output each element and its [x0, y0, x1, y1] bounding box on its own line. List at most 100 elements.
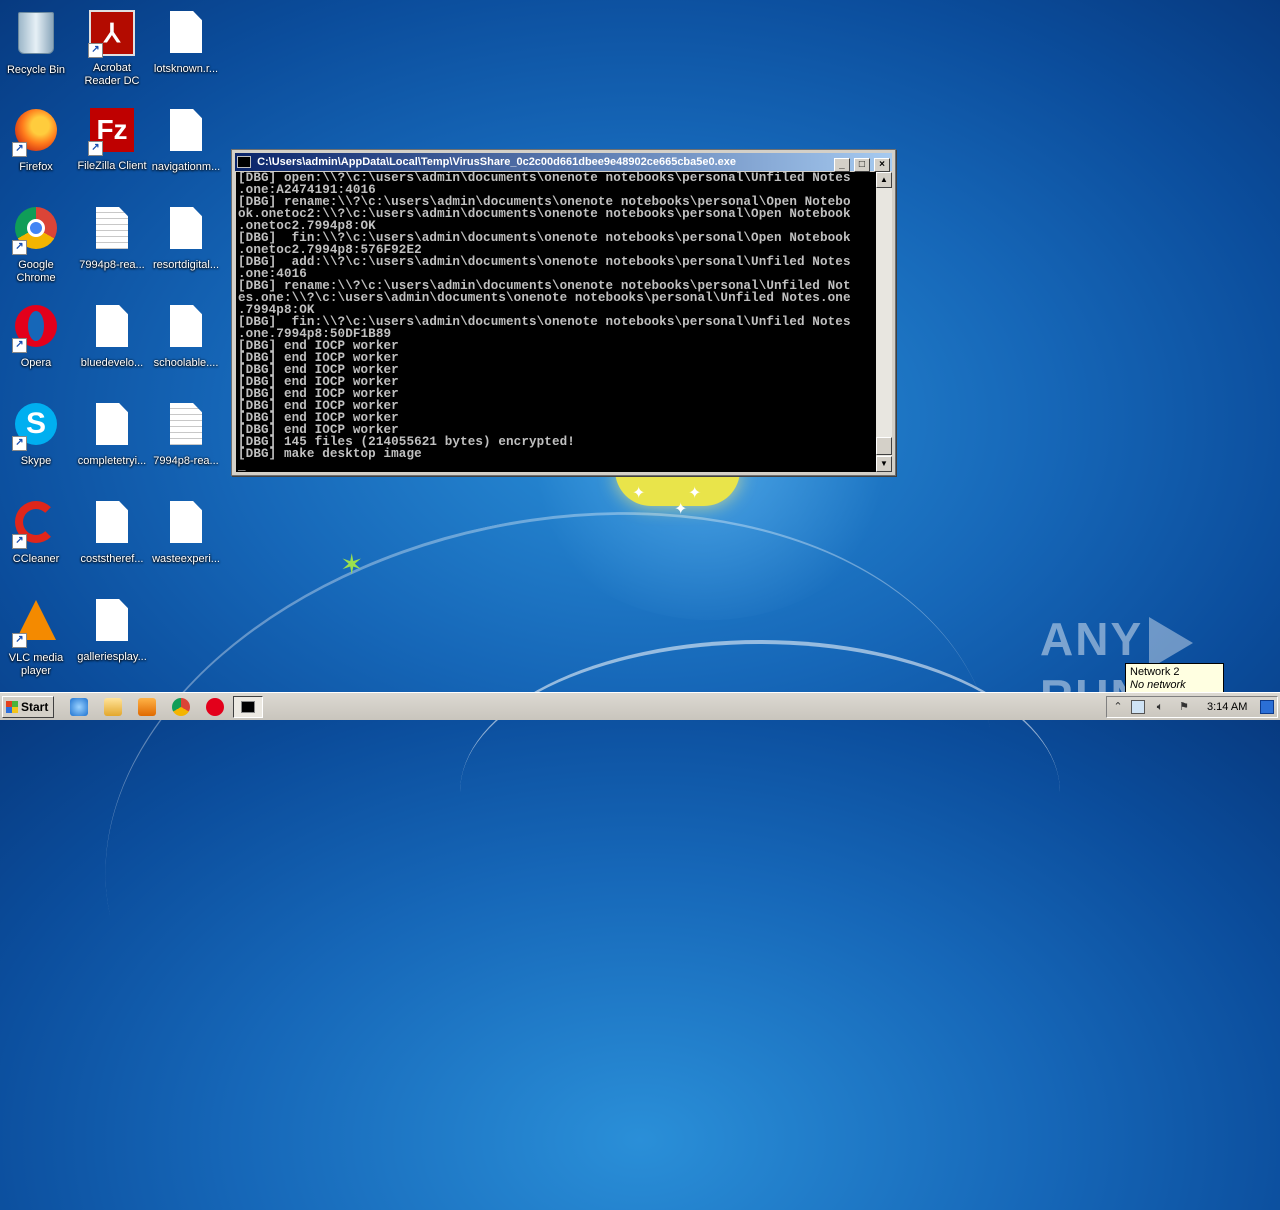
desktop-icon-label: FileZilla Client: [77, 160, 147, 172]
scroll-down-button[interactable]: ▼: [876, 456, 892, 472]
desktop-icon-label: schoolable....: [153, 357, 219, 369]
desktop-icon-label: coststheref...: [80, 553, 144, 565]
windows-logo-icon: [6, 701, 18, 713]
console-line: es.one:\\?\c:\users\admin\documents\onen…: [238, 291, 851, 305]
scroll-up-button[interactable]: ▲: [876, 172, 892, 188]
shortcut-arrow-icon: ↗: [12, 240, 27, 255]
console-line: [DBG] add:\\?\c:\users\admin\documents\o…: [238, 255, 851, 269]
console-output[interactable]: [DBG] open:\\?\c:\users\admin\documents\…: [236, 172, 877, 472]
minimize-button[interactable]: _: [833, 158, 850, 172]
desktop-icon-label: Opera: [20, 357, 52, 369]
console-app-icon[interactable]: [237, 156, 251, 168]
wallpaper-sparkle: ✦: [632, 485, 646, 502]
console-app-icon: [241, 701, 255, 713]
show-hidden-icons-arrow[interactable]: ⌃: [1111, 700, 1125, 714]
desktop-icon-label: VLC media player: [8, 652, 64, 677]
desktop-icon-file[interactable]: 7994p8-rea...: [74, 204, 150, 272]
desktop-icon-file[interactable]: navigationm...: [148, 106, 224, 174]
document-icon: [96, 305, 128, 347]
desktop-icon-label: Recycle Bin: [6, 64, 66, 76]
shortcut-arrow-icon: ↗: [12, 142, 27, 157]
desktop-icon-label: navigationm...: [151, 161, 221, 173]
wallpaper-sparkle: ✦: [688, 485, 702, 502]
taskbar: Start ⌃ 🔈︎ ⚑ 3:14 AM: [0, 692, 1280, 720]
desktop-icon-label: completetryi...: [77, 455, 147, 467]
desktop-icon-opera[interactable]: ↗ Opera: [0, 302, 74, 370]
desktop-icon-file[interactable]: galleriesplay...: [74, 596, 150, 664]
shortcut-arrow-icon: ↗: [88, 43, 103, 58]
text-document-icon: [96, 207, 128, 249]
desktop-icon-label: galleriesplay...: [77, 651, 147, 663]
desktop-icon-file[interactable]: completetryi...: [74, 400, 150, 468]
clock[interactable]: 3:14 AM: [1207, 700, 1247, 714]
start-button[interactable]: Start: [2, 696, 54, 718]
wallpaper-leaf: ✶: [340, 549, 364, 580]
opera-icon[interactable]: [206, 698, 224, 716]
desktop-icon-file[interactable]: schoolable....: [148, 302, 224, 370]
document-icon: [96, 403, 128, 445]
desktop-icon-ccleaner[interactable]: ↗ CCleaner: [0, 498, 74, 566]
desktop-icon-file[interactable]: lotsknown.r...: [148, 8, 224, 76]
desktop-icon-file[interactable]: bluedevelo...: [74, 302, 150, 370]
shortcut-arrow-icon: ↗: [12, 436, 27, 451]
console-scrollbar[interactable]: ▲ ▼: [876, 172, 892, 472]
network-icon[interactable]: [1131, 700, 1145, 714]
document-icon: [170, 305, 202, 347]
document-icon: [96, 501, 128, 543]
start-label: Start: [21, 700, 49, 714]
explorer-folder-icon[interactable]: [104, 698, 122, 716]
document-icon: [96, 599, 128, 641]
desktop-icon-label: Google Chrome: [16, 259, 56, 284]
desktop-icon-label: resortdigital...: [152, 259, 220, 271]
watermark-left: ANY: [1040, 613, 1144, 665]
console-cursor: _: [238, 459, 246, 472]
console-window[interactable]: C:\Users\admin\AppData\Local\Temp\VirusS…: [231, 149, 896, 476]
text-document-icon: [170, 403, 202, 445]
desktop-icon-label: Skype: [20, 455, 52, 467]
wallpaper-arc: [460, 640, 1060, 944]
desktop-icon-filezilla[interactable]: Fz ↗ FileZilla Client: [74, 106, 150, 173]
desktop-icon-label: Acrobat Reader DC: [84, 62, 140, 87]
document-icon: [170, 11, 202, 53]
maximize-button[interactable]: □: [853, 158, 870, 172]
desktop-icon-label: lotsknown.r...: [153, 63, 219, 75]
desktop-icon-label: wasteexperi...: [152, 553, 220, 565]
desktop-icon-file[interactable]: coststheref...: [74, 498, 150, 566]
desktop-icon-label: 7994p8-rea...: [153, 455, 219, 467]
console-titlebar[interactable]: C:\Users\admin\AppData\Local\Temp\VirusS…: [235, 153, 892, 172]
chrome-icon[interactable]: [172, 698, 190, 716]
console-line: [DBG] make desktop image: [238, 447, 422, 461]
desktop-icon-label: CCleaner: [12, 553, 60, 565]
play-logo-icon: [1149, 616, 1194, 669]
desktop-icon-file[interactable]: 7994p8-rea...: [148, 400, 224, 468]
desktop-icon-vlc[interactable]: ↗ VLC media player: [0, 596, 74, 678]
desktop-icon-file[interactable]: resortdigital...: [148, 204, 224, 272]
desktop-icon-chrome[interactable]: ↗ Google Chrome: [0, 204, 74, 285]
shortcut-arrow-icon: ↗: [88, 141, 103, 156]
desktop-icon-label: 7994p8-rea...: [79, 259, 145, 271]
action-center-flag-icon[interactable]: ⚑: [1177, 700, 1191, 714]
desktop-icon-firefox[interactable]: ↗ Firefox: [0, 106, 74, 174]
media-player-icon[interactable]: [138, 698, 156, 716]
shortcut-arrow-icon: ↗: [12, 338, 27, 353]
document-icon: [170, 501, 202, 543]
recycle-bin-icon: [18, 12, 54, 54]
scroll-thumb[interactable]: [876, 437, 892, 455]
desktop-icon-label: bluedevelo...: [80, 357, 144, 369]
internet-explorer-icon[interactable]: [70, 698, 88, 716]
show-desktop-button[interactable]: [1260, 700, 1274, 714]
system-tray: ⌃ 🔈︎ ⚑ 3:14 AM: [1106, 696, 1278, 718]
console-title: C:\Users\admin\AppData\Local\Temp\VirusS…: [257, 156, 737, 168]
taskbar-console-button[interactable]: [233, 696, 263, 718]
document-icon: [170, 207, 202, 249]
volume-icon[interactable]: 🔈︎: [1153, 700, 1167, 714]
desktop-icon-file[interactable]: wasteexperi...: [148, 498, 224, 566]
shortcut-arrow-icon: ↗: [12, 633, 27, 648]
network-tooltip-title: Network 2: [1130, 666, 1180, 678]
close-button[interactable]: ×: [874, 158, 890, 172]
wallpaper-sparkle: ✦: [674, 501, 688, 518]
desktop-icon-skype[interactable]: S ↗ Skype: [0, 400, 74, 468]
desktop-icon-acrobat[interactable]: ⅄ ↗ Acrobat Reader DC: [74, 8, 150, 88]
shortcut-arrow-icon: ↗: [12, 534, 27, 549]
desktop-icon-recycle-bin[interactable]: Recycle Bin: [0, 8, 74, 77]
